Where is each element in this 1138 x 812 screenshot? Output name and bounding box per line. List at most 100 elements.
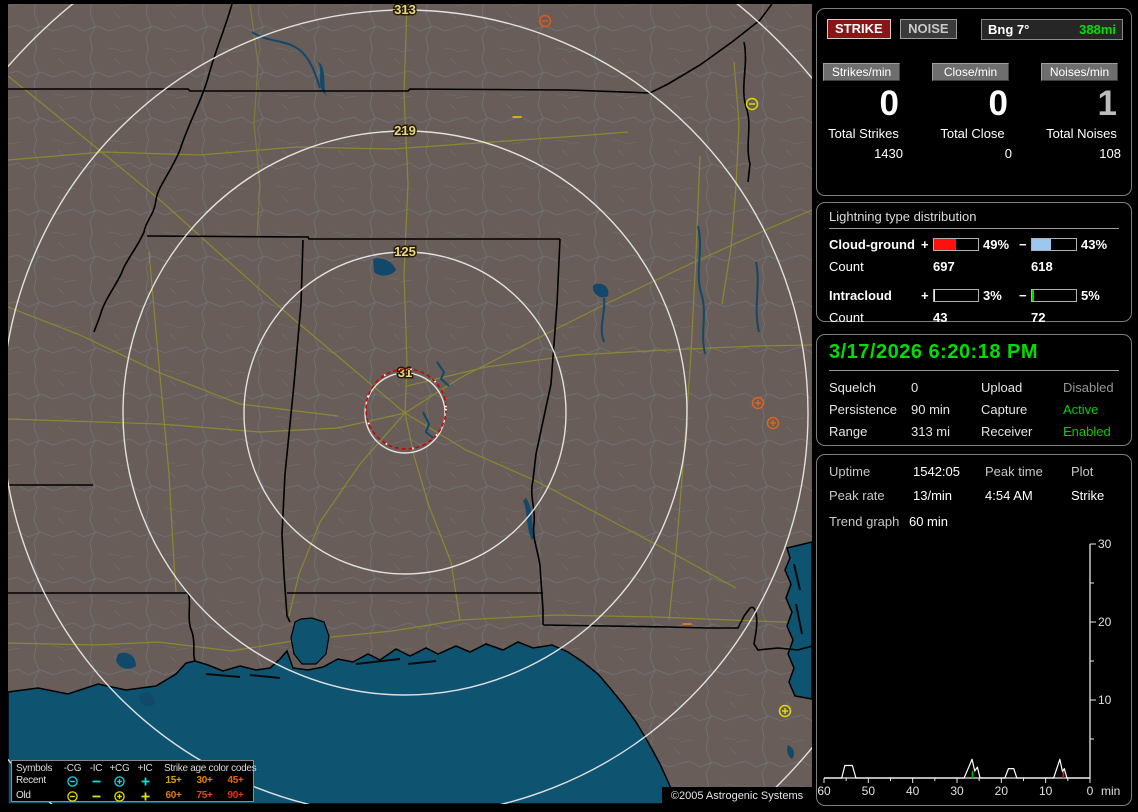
svg-text:min: min bbox=[1101, 784, 1120, 798]
last-strike-distance: 388mi bbox=[1079, 22, 1116, 37]
pos-ic-percent: 3% bbox=[983, 288, 1002, 303]
legend-symbols-header: Symbols bbox=[16, 763, 53, 774]
count-label: Count bbox=[829, 310, 864, 325]
intracloud-label: Intracloud bbox=[829, 288, 892, 303]
neg-cg-bar bbox=[1031, 238, 1077, 251]
strikes-per-min-value: 0 bbox=[879, 84, 899, 123]
noises-per-min-chip[interactable]: Noises/min bbox=[1041, 63, 1118, 81]
close-per-min-chip[interactable]: Close/min bbox=[932, 63, 1009, 81]
age-badge: 90+ bbox=[227, 790, 244, 801]
legend-pos-cg-header: +CG bbox=[109, 763, 130, 774]
total-strikes-label: Total Strikes bbox=[828, 126, 899, 141]
persistence-label: Persistence bbox=[829, 402, 897, 417]
legend-neg-ic-header: -IC bbox=[89, 763, 103, 774]
svg-text:31: 31 bbox=[398, 365, 412, 380]
total-close-value: 0 bbox=[1004, 146, 1012, 161]
close-per-min-value: 0 bbox=[988, 84, 1008, 123]
legend-neg-cg-header: -CG bbox=[63, 763, 82, 774]
positive-sign: + bbox=[921, 237, 929, 252]
age-badge: 45+ bbox=[227, 775, 244, 786]
receiver-status: Enabled bbox=[1063, 424, 1111, 439]
persistence-value: 90 min bbox=[911, 402, 951, 417]
svg-text:60: 60 bbox=[818, 784, 831, 798]
capture-status: Active bbox=[1063, 402, 1099, 417]
svg-text:313: 313 bbox=[394, 4, 416, 17]
cloud-ground-counts: Count 697 618 bbox=[829, 259, 1119, 274]
neg-ic-percent: 5% bbox=[1081, 288, 1100, 303]
squelch-value: 0 bbox=[911, 380, 919, 395]
peak-time-header: Peak time bbox=[985, 464, 1043, 479]
count-label: Count bbox=[829, 259, 864, 274]
strike-mode-button[interactable]: STRIKE bbox=[827, 19, 891, 39]
legend-recent-label: Recent bbox=[16, 775, 46, 786]
svg-text:0: 0 bbox=[1087, 784, 1094, 798]
pos-cg-percent: 49% bbox=[983, 237, 1010, 252]
negative-sign: − bbox=[1019, 237, 1027, 252]
upload-status: Disabled bbox=[1063, 380, 1114, 395]
age-codes-title: Strike age color codes bbox=[164, 763, 257, 774]
nexstorm-app: { "header": { "strike_button": "STRIKE",… bbox=[0, 0, 1138, 812]
pos-ic-count: 43 bbox=[933, 310, 948, 325]
negative-sign: − bbox=[1019, 288, 1027, 303]
plot-mode-value: Strike bbox=[1071, 488, 1105, 503]
noise-mode-button[interactable]: NOISE bbox=[900, 19, 957, 39]
lightning-map[interactable]: 313 219 125 31 bbox=[8, 4, 812, 804]
peak-time-value: 4:54 AM bbox=[985, 488, 1033, 503]
total-close-label: Total Close bbox=[940, 126, 1005, 141]
squelch-label: Squelch bbox=[829, 380, 876, 395]
svg-text:10: 10 bbox=[1039, 784, 1053, 798]
strikes-column: Strikes/min 0 Total Strikes 1430 bbox=[823, 63, 904, 161]
svg-text:10: 10 bbox=[1098, 693, 1112, 707]
trend-graph: 60 50 40 30 20 10 0 min 10 20 30 bbox=[818, 537, 1120, 798]
range-label: Range bbox=[829, 424, 868, 439]
neg-ic-recent-icon bbox=[85, 775, 107, 790]
upload-label: Upload bbox=[981, 380, 1023, 395]
peak-rate-label: Peak rate bbox=[829, 488, 885, 503]
plot-header: Plot bbox=[1071, 464, 1094, 479]
age-badge: 60+ bbox=[165, 790, 182, 801]
legend-old-label: Old bbox=[16, 790, 31, 801]
map-viewport[interactable]: 313 219 125 31 bbox=[8, 4, 812, 804]
peak-rate-value: 13/min bbox=[913, 488, 953, 503]
pos-ic-recent-icon bbox=[132, 775, 158, 790]
pos-cg-recent-icon bbox=[107, 775, 132, 790]
trend-panel: Uptime 1542:05 Peak time Plot Peak rate … bbox=[816, 454, 1132, 806]
svg-text:125: 125 bbox=[394, 244, 416, 259]
total-strikes-value: 1430 bbox=[874, 146, 903, 161]
svg-text:219: 219 bbox=[394, 123, 416, 138]
svg-text:20: 20 bbox=[995, 784, 1009, 798]
neg-ic-old-icon bbox=[85, 790, 107, 805]
cloud-ground-label: Cloud-ground bbox=[829, 237, 915, 252]
age-badge: 75+ bbox=[196, 790, 213, 801]
symbol-legend: Symbols -CG -IC +CG +IC Strike age color… bbox=[11, 760, 257, 805]
date-time-display: 3/17/2026 6:20:18 PM bbox=[829, 341, 1119, 371]
age-badge: 30+ bbox=[196, 775, 213, 786]
legend-pos-ic-header: +IC bbox=[137, 763, 153, 774]
noises-column: Noises/min 1 Total Noises 108 bbox=[1041, 63, 1122, 161]
uptime-value: 1542:05 bbox=[913, 464, 960, 479]
close-column: Close/min 0 Total Close 0 bbox=[932, 63, 1013, 161]
strikes-per-min-chip[interactable]: Strikes/min bbox=[823, 63, 900, 81]
copyright-notice: ©2005 Astrogenic Systems bbox=[662, 787, 812, 806]
status-panel: 3/17/2026 6:20:18 PM Squelch 0 Upload Di… bbox=[816, 334, 1132, 446]
cloud-ground-row: Cloud-ground + 49% − 43% bbox=[829, 237, 1119, 252]
receiver-label: Receiver bbox=[981, 424, 1033, 439]
bearing-value: Bng 7° bbox=[988, 22, 1030, 37]
intracloud-counts: Count 43 72 bbox=[829, 310, 1119, 325]
pos-ic-bar bbox=[933, 289, 979, 302]
svg-text:30: 30 bbox=[950, 784, 964, 798]
distribution-panel: Lightning type distribution Cloud-ground… bbox=[816, 202, 1132, 325]
svg-text:50: 50 bbox=[862, 784, 876, 798]
neg-ic-bar bbox=[1031, 289, 1077, 302]
mobile-bay bbox=[290, 617, 330, 665]
pos-cg-old-icon bbox=[107, 790, 132, 805]
counter-panel: STRIKE NOISE Bng 7° 388mi Strikes/min 0 … bbox=[816, 8, 1132, 196]
positive-sign: + bbox=[921, 288, 929, 303]
bearing-range-display: Bng 7° 388mi bbox=[981, 19, 1123, 40]
distribution-title: Lightning type distribution bbox=[829, 209, 1119, 229]
neg-cg-recent-icon bbox=[60, 775, 85, 790]
uptime-label: Uptime bbox=[829, 464, 871, 479]
intracloud-row: Intracloud + 3% − 5% bbox=[829, 288, 1119, 303]
neg-cg-percent: 43% bbox=[1081, 237, 1108, 252]
capture-label: Capture bbox=[981, 402, 1028, 417]
